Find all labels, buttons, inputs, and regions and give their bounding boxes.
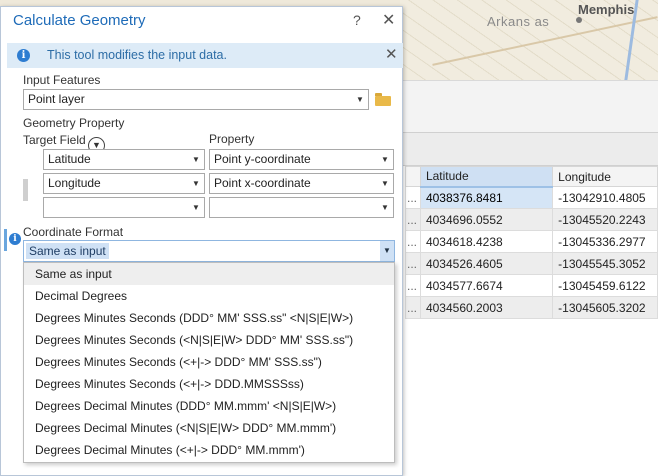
longitude-cell[interactable]: -13045605.3202 (552, 296, 658, 319)
longitude-cell[interactable]: -13045545.3052 (552, 252, 658, 275)
longitude-cell[interactable]: -13045336.2977 (552, 230, 658, 253)
property-select[interactable]: Point y-coordinate ▼ (209, 149, 394, 170)
close-icon[interactable]: ✕ (382, 10, 395, 30)
row-cell-truncated: ... (405, 296, 421, 319)
target-field-label: Target Field (23, 133, 86, 147)
chevron-down-icon: ▼ (381, 155, 389, 164)
table-row[interactable]: ... 4034560.2003 -13045605.3202 (405, 296, 658, 319)
map-label-memphis: Memphis (578, 2, 635, 17)
coordinate-format-select[interactable]: Same as input ▼ (23, 240, 395, 262)
folder-icon[interactable] (375, 93, 391, 106)
dismiss-info-icon[interactable]: ✕ (385, 45, 398, 63)
target-field-select[interactable]: ▼ (43, 197, 205, 218)
map-label-arkansas: Arkans as (487, 14, 550, 29)
chevron-down-icon: ▼ (381, 203, 389, 212)
option-ddm-suffix[interactable]: Degrees Decimal Minutes (DDD° MM.mmm' <N… (24, 395, 394, 417)
option-ddm-prefix[interactable]: Degrees Decimal Minutes (<N|S|E|W> DDD° … (24, 417, 394, 439)
active-parameter-marker (4, 229, 7, 251)
row-cell-truncated: ... (405, 208, 421, 231)
latitude-cell[interactable]: 4034577.6674 (419, 274, 554, 297)
row-cell-truncated: ... (405, 186, 421, 209)
option-same-as-input[interactable]: Same as input (24, 263, 394, 285)
latitude-cell[interactable]: 4034560.2003 (419, 296, 554, 319)
info-icon[interactable]: i (9, 233, 21, 245)
longitude-cell[interactable]: -13045520.2243 (552, 208, 658, 231)
help-icon[interactable]: ? (353, 12, 361, 28)
longitude-cell[interactable]: -13042910.4805 (552, 186, 658, 209)
calculate-geometry-dialog: Calculate Geometry ? ✕ i This tool modif… (0, 6, 403, 476)
target-field-select[interactable]: Latitude ▼ (43, 149, 205, 170)
row-cell-truncated: ... (405, 274, 421, 297)
row-header (405, 166, 421, 187)
property-value: Point x-coordinate (214, 176, 311, 190)
latitude-cell[interactable]: 4034618.4238 (419, 230, 554, 253)
city-marker-icon (576, 17, 582, 23)
longitude-cell[interactable]: -13045459.6122 (552, 274, 658, 297)
dialog-title: Calculate Geometry (13, 12, 146, 29)
option-dms-packed[interactable]: Degrees Minutes Seconds (<+|-> DDD.MMSSS… (24, 373, 394, 395)
coordinate-format-dropdown: Same as input Decimal Degrees Degrees Mi… (23, 262, 395, 463)
chevron-down-icon: ▼ (192, 179, 200, 188)
chevron-down-icon: ▼ (356, 95, 364, 104)
info-message: This tool modifies the input data. (47, 48, 227, 62)
table-row[interactable]: ... 4034526.4605 -13045545.3052 (405, 252, 658, 275)
row-cell-truncated: ... (405, 252, 421, 275)
input-features-select[interactable]: Point layer ▼ (23, 89, 369, 110)
table-row[interactable]: ... 4038376.8481 -13042910.4805 (405, 186, 658, 209)
input-features-label: Input Features (23, 73, 101, 87)
info-banner: i This tool modifies the input data. ✕ (7, 43, 403, 68)
chevron-down-icon: ▼ (381, 179, 389, 188)
option-dms-prefix[interactable]: Degrees Minutes Seconds (<N|S|E|W> DDD° … (24, 329, 394, 351)
property-select[interactable]: Point x-coordinate ▼ (209, 173, 394, 194)
info-icon: i (17, 49, 30, 62)
latitude-cell[interactable]: 4038376.8481 (419, 186, 554, 209)
table-row[interactable]: ... 4034618.4238 -13045336.2977 (405, 230, 658, 253)
chevron-down-icon: ▼ (192, 203, 200, 212)
target-field-value: Longitude (48, 176, 101, 190)
latitude-cell[interactable]: 4034526.4605 (419, 252, 554, 275)
target-field-value: Latitude (48, 152, 91, 166)
geometry-property-label: Geometry Property (23, 116, 125, 130)
coordinate-format-label: Coordinate Format (23, 225, 124, 239)
column-header-latitude[interactable]: Latitude (419, 166, 554, 188)
option-decimal-degrees[interactable]: Decimal Degrees (24, 285, 394, 307)
chevron-down-icon[interactable]: ▼ (380, 241, 394, 261)
option-dms-suffix[interactable]: Degrees Minutes Seconds (DDD° MM' SSS.ss… (24, 307, 394, 329)
option-ddm-signed[interactable]: Degrees Decimal Minutes (<+|-> DDD° MM.m… (24, 439, 394, 461)
property-select[interactable]: ▼ (209, 197, 394, 218)
input-features-value: Point layer (28, 92, 85, 106)
latitude-cell[interactable]: 4034696.0552 (419, 208, 554, 231)
property-label: Property (209, 132, 255, 146)
chevron-down-icon: ▼ (192, 155, 200, 164)
table-row[interactable]: ... 4034696.0552 -13045520.2243 (405, 208, 658, 231)
column-header-longitude[interactable]: Longitude (552, 166, 658, 187)
coordinate-format-value: Same as input (26, 243, 109, 259)
table-row[interactable]: ... 4034577.6674 -13045459.6122 (405, 274, 658, 297)
property-value: Point y-coordinate (214, 152, 311, 166)
row-cell-truncated: ... (405, 230, 421, 253)
row-drag-handle[interactable] (23, 179, 28, 201)
attribute-table: Latitude Longitude ... 4038376.8481 -130… (405, 166, 658, 319)
target-field-select[interactable]: Longitude ▼ (43, 173, 205, 194)
option-dms-signed[interactable]: Degrees Minutes Seconds (<+|-> DDD° MM' … (24, 351, 394, 373)
